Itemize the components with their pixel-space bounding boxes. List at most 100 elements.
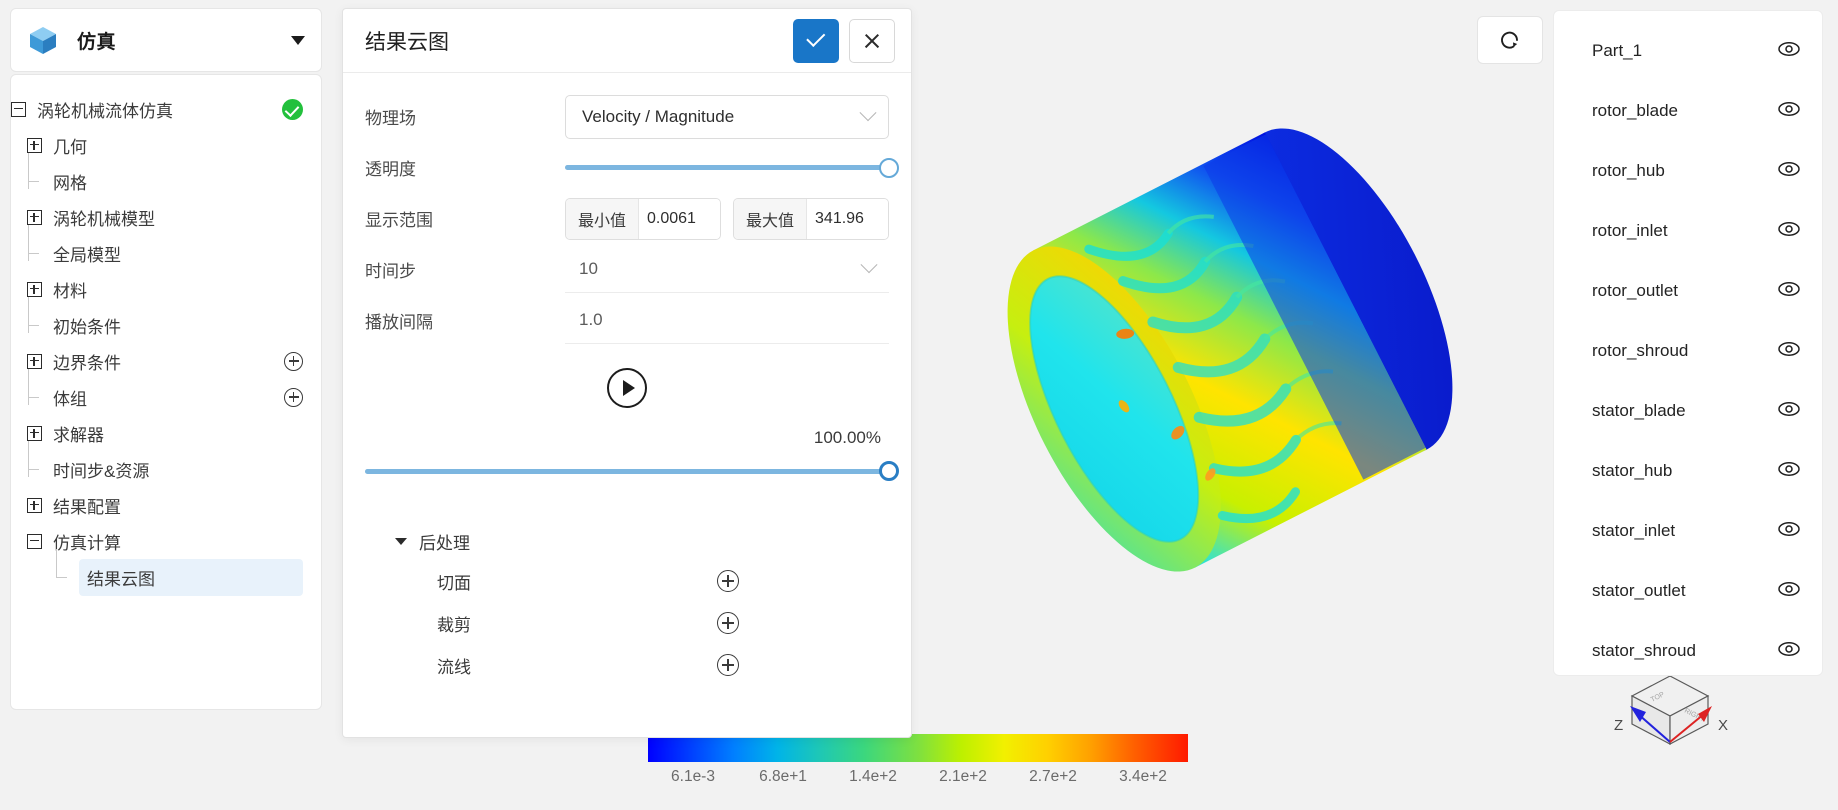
eye-icon[interactable]	[1778, 581, 1800, 602]
tree-item-label: 求解器	[53, 425, 104, 445]
app-title: 仿真	[77, 31, 117, 53]
reset-view-button[interactable]	[1477, 16, 1543, 64]
tree-row-turbo-model[interactable]: 涡轮机械模型	[11, 199, 321, 235]
interval-input[interactable]: 1.0	[565, 298, 889, 344]
chevron-down-icon	[859, 103, 877, 121]
result-contour-dialog: 结果云图 物理场 Velocity / Magnitude 透明度 显示范围 最…	[342, 8, 912, 738]
collapse-toggle-icon[interactable]	[27, 533, 42, 549]
part-row[interactable]: stator_hub	[1554, 441, 1822, 501]
part-label: stator_hub	[1592, 461, 1673, 480]
interval-value: 1.0	[579, 310, 603, 329]
range-min-label: 最小值	[566, 198, 640, 239]
part-row[interactable]: stator_inlet	[1554, 501, 1822, 561]
post-processing-header[interactable]: 后处理	[365, 522, 889, 560]
check-badge-icon	[282, 98, 303, 120]
part-label: rotor_hub	[1592, 161, 1665, 180]
add-clip-button[interactable]	[717, 612, 739, 634]
expand-toggle-icon[interactable]	[27, 425, 42, 441]
cube-icon	[27, 24, 59, 56]
post-item-streamline[interactable]: 流线	[365, 644, 889, 686]
eye-icon[interactable]	[1778, 101, 1800, 122]
slider-fill	[565, 165, 889, 170]
tree-row-boundary-conditions[interactable]: 边界条件	[11, 343, 321, 379]
part-row[interactable]: stator_outlet	[1554, 561, 1822, 621]
confirm-button[interactable]	[793, 18, 839, 63]
post-item-clip[interactable]: 裁剪	[365, 602, 889, 644]
slider-knob[interactable]	[879, 157, 899, 178]
tree-item-label: 初始条件	[53, 317, 121, 337]
eye-icon[interactable]	[1778, 341, 1800, 362]
field-row-interval: 播放间隔 1.0	[365, 295, 889, 346]
range-max-input[interactable]: 341.96	[807, 198, 888, 239]
eye-icon[interactable]	[1778, 521, 1800, 542]
progress-slider[interactable]	[365, 460, 899, 482]
range-max-field[interactable]: 最大值 341.96	[733, 197, 889, 240]
caret-down-icon	[395, 537, 407, 545]
dialog-header: 结果云图	[343, 9, 911, 73]
eye-icon[interactable]	[1778, 461, 1800, 482]
progress-percent-label: 100.00%	[813, 428, 881, 447]
chevron-down-icon[interactable]	[291, 35, 305, 45]
turbomachinery-model[interactable]	[960, 100, 1500, 600]
range-min-field[interactable]: 最小值 0.0061	[565, 197, 721, 240]
dialog-title: 结果云图	[365, 30, 449, 54]
eye-icon[interactable]	[1778, 161, 1800, 182]
part-row[interactable]: Part_1	[1554, 21, 1822, 81]
tree-branch-line	[27, 297, 42, 342]
color-legend-tick: 3.4e+2	[1119, 768, 1167, 785]
expand-toggle-icon[interactable]	[27, 137, 42, 153]
expand-toggle-icon[interactable]	[27, 497, 42, 513]
tree-row-global-model[interactable]: 全局模型	[11, 225, 321, 271]
tree-row-timestep-resources[interactable]: 时间步&资源	[11, 441, 321, 487]
post-item-slice[interactable]: 切面	[365, 560, 889, 602]
expand-toggle-icon[interactable]	[27, 281, 42, 297]
part-label: stator_blade	[1592, 401, 1686, 420]
tree-row-mesh[interactable]: 网格	[11, 153, 321, 199]
tree-row-volume-group[interactable]: 体组	[11, 369, 321, 415]
collapse-toggle-icon[interactable]	[11, 101, 26, 117]
tree-root-label: 涡轮机械流体仿真	[37, 101, 173, 121]
play-circle-icon[interactable]	[607, 368, 647, 408]
eye-icon[interactable]	[1778, 41, 1800, 62]
tree-row-initial-conditions[interactable]: 初始条件	[11, 297, 321, 343]
tree-row-root[interactable]: 涡轮机械流体仿真	[11, 91, 321, 127]
part-row[interactable]: rotor_blade	[1554, 81, 1822, 141]
tree-item-label: 几何	[53, 137, 87, 157]
color-legend: 6.1e-3 6.8e+1 1.4e+2 2.1e+2 2.7e+2 3.4e+…	[648, 734, 1188, 786]
cancel-button[interactable]	[849, 18, 895, 63]
expand-toggle-icon[interactable]	[27, 353, 42, 369]
field-row-display-range: 显示范围 最小值 0.0061 最大值 341.96	[365, 193, 889, 244]
add-boundary-condition-button[interactable]	[284, 351, 303, 371]
timestep-select[interactable]: 10	[565, 247, 889, 293]
physics-field-select[interactable]: Velocity / Magnitude	[565, 94, 889, 139]
part-row[interactable]: rotor_outlet	[1554, 261, 1822, 321]
part-row[interactable]: rotor_hub	[1554, 141, 1822, 201]
tree-row-material[interactable]: 材料	[11, 271, 321, 307]
opacity-slider[interactable]	[565, 157, 899, 179]
part-row[interactable]: stator_shroud	[1554, 621, 1822, 681]
slider-knob[interactable]	[879, 461, 899, 481]
eye-icon[interactable]	[1778, 641, 1800, 662]
part-label: stator_shroud	[1592, 641, 1696, 660]
tree-row-result-contour[interactable]: 结果云图	[11, 549, 321, 596]
axis-triad-widget[interactable]: TOP RIGHT Z X	[1600, 668, 1740, 778]
field-row-physics: 物理场 Velocity / Magnitude	[365, 91, 889, 142]
tree-row-solver[interactable]: 求解器	[11, 415, 321, 451]
tree-row-simulation-run[interactable]: 仿真计算	[11, 523, 321, 559]
eye-icon[interactable]	[1778, 401, 1800, 422]
eye-icon[interactable]	[1778, 281, 1800, 302]
tree-item-label: 体组	[53, 389, 87, 409]
tree-row-geometry[interactable]: 几何	[11, 127, 321, 163]
tree-row-result-config[interactable]: 结果配置	[11, 487, 321, 523]
add-slice-button[interactable]	[717, 570, 739, 592]
part-label: stator_outlet	[1592, 581, 1686, 600]
part-row[interactable]: rotor_shroud	[1554, 321, 1822, 381]
eye-icon[interactable]	[1778, 221, 1800, 242]
range-min-input[interactable]: 0.0061	[639, 198, 720, 239]
part-row[interactable]: stator_blade	[1554, 381, 1822, 441]
add-streamline-button[interactable]	[717, 654, 739, 676]
app-header[interactable]: 仿真	[10, 8, 322, 72]
expand-toggle-icon[interactable]	[27, 209, 42, 225]
part-row[interactable]: rotor_inlet	[1554, 201, 1822, 261]
add-volume-group-button[interactable]	[284, 387, 303, 407]
